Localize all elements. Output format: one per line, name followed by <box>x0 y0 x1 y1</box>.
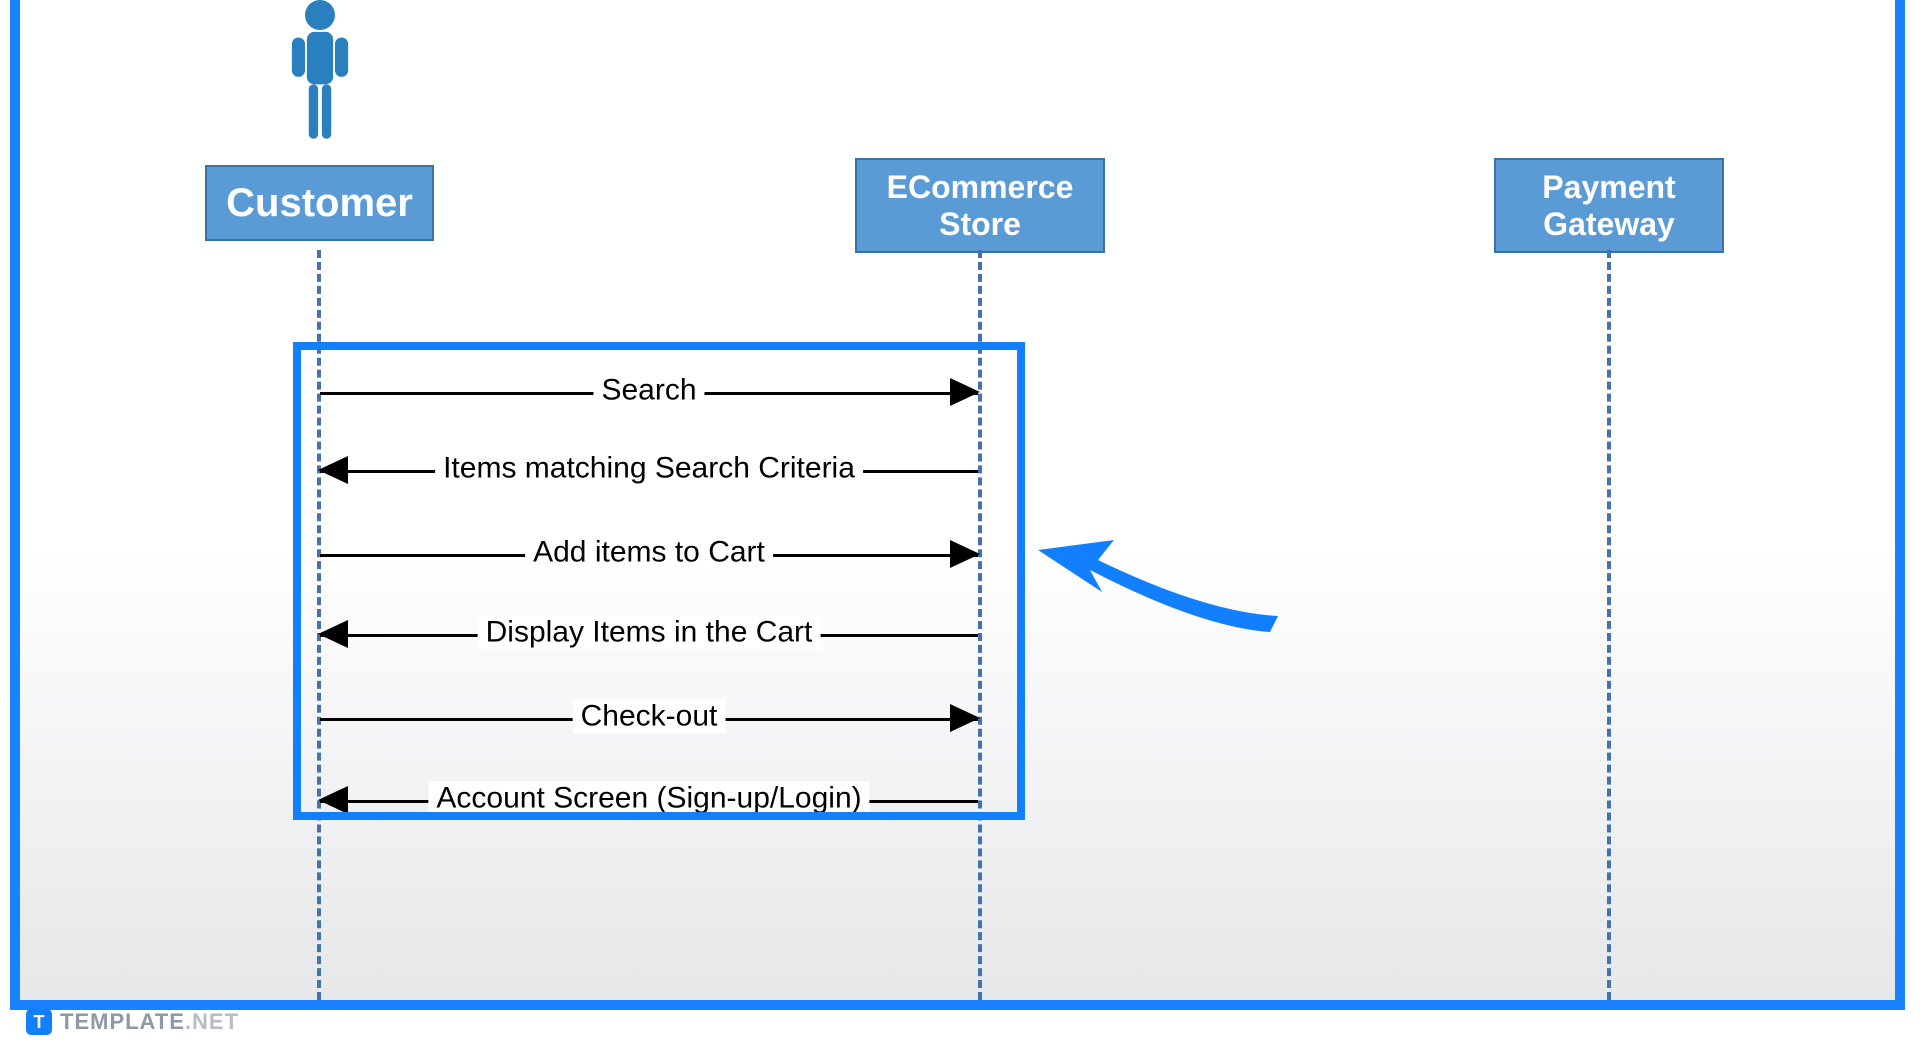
participant-store-label-2: Store <box>887 206 1074 243</box>
participant-store-label-1: ECommerce <box>887 169 1074 206</box>
participant-ecommerce-store: ECommerce Store <box>855 158 1105 253</box>
watermark-text: TEMPLATE.NET <box>60 1009 239 1035</box>
participant-customer: Customer <box>205 165 434 241</box>
watermark: T TEMPLATE.NET <box>26 1009 239 1035</box>
watermark-suffix: .NET <box>185 1009 239 1034</box>
lifeline-gateway <box>1607 250 1611 1000</box>
participant-gateway-label-1: Payment <box>1542 169 1675 206</box>
participant-payment-gateway: Payment Gateway <box>1494 158 1724 253</box>
diagram-frame: Customer ECommerce Store Payment Gateway… <box>10 0 1905 1010</box>
watermark-badge-icon: T <box>26 1009 52 1035</box>
actor-icon <box>290 0 350 150</box>
participant-customer-label: Customer <box>226 181 413 226</box>
watermark-badge-text: T <box>34 1012 45 1033</box>
watermark-brand: TEMPLATE <box>60 1009 185 1034</box>
callout-arrow-icon <box>1030 522 1310 642</box>
participant-gateway-label-2: Gateway <box>1542 206 1675 243</box>
highlight-selection-box <box>293 342 1025 820</box>
